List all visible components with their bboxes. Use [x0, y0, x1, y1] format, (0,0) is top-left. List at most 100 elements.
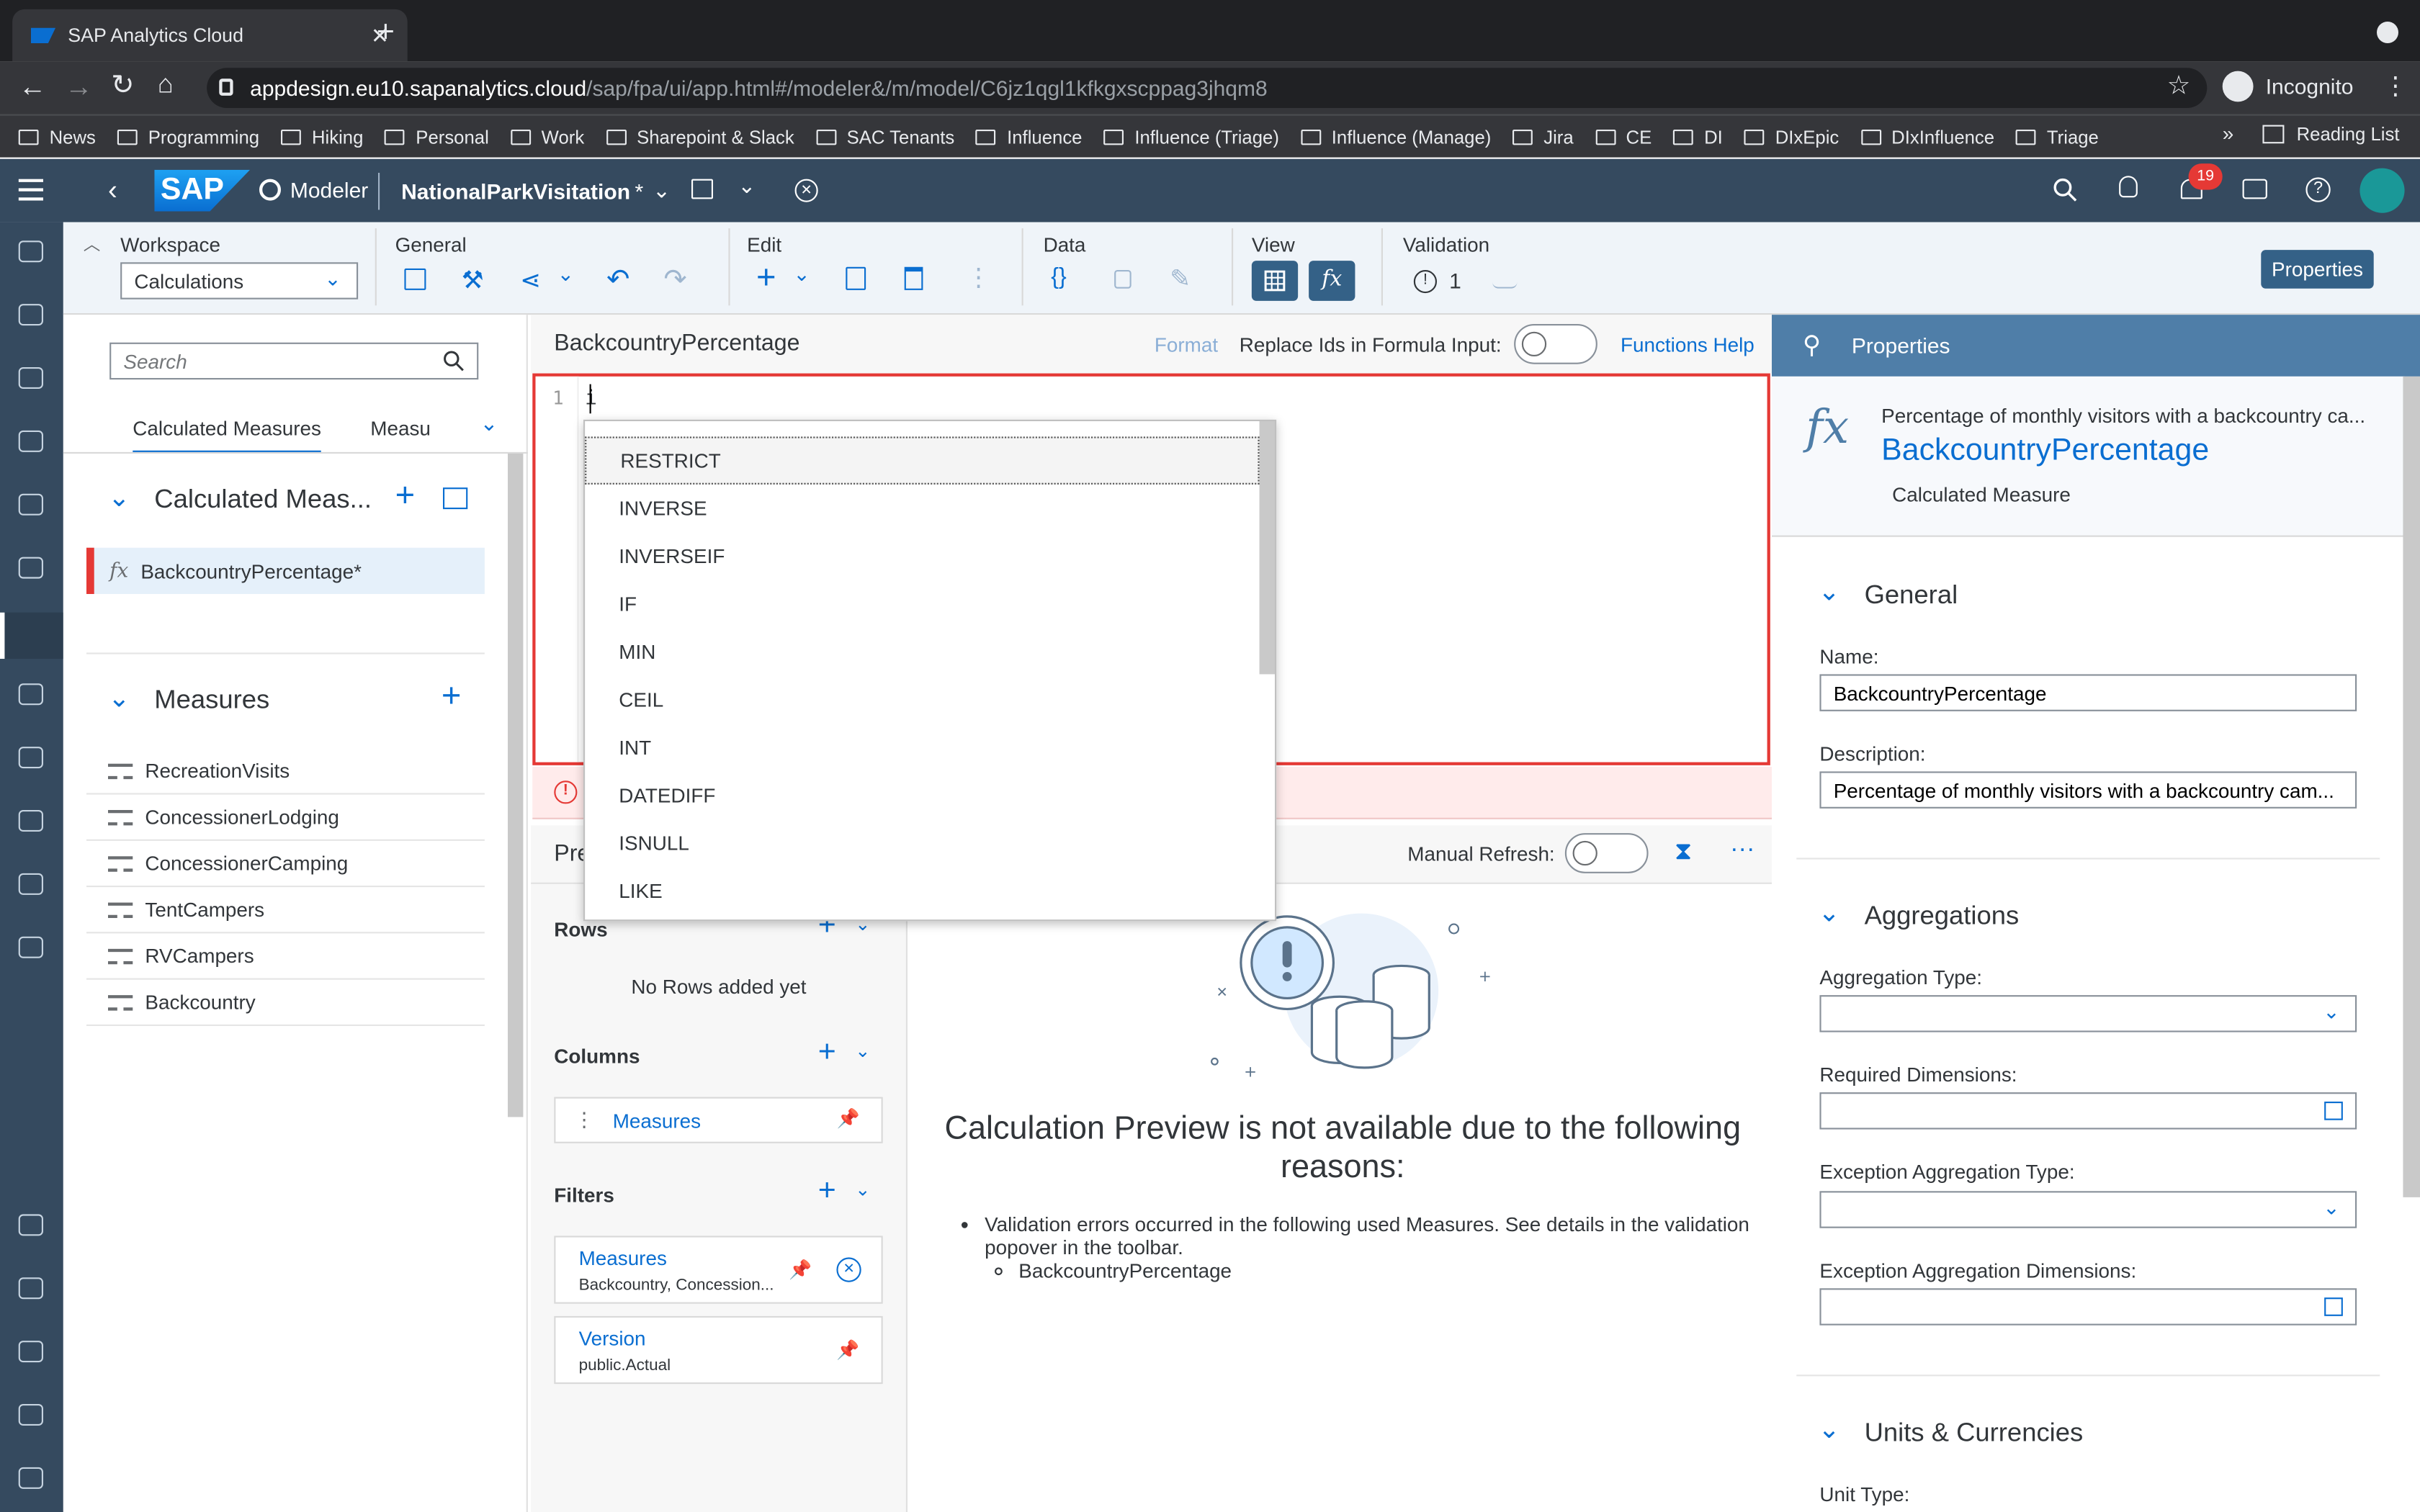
back-nav-icon[interactable]: ‹ — [108, 174, 117, 207]
save-icon[interactable] — [404, 268, 426, 290]
suggestion-item[interactable]: CEIL — [585, 676, 1259, 724]
autocomplete-scrollbar[interactable] — [1259, 421, 1275, 675]
bookmark-item[interactable]: Sharepoint & Slack — [606, 126, 794, 148]
collapse-toolbar-icon[interactable]: ︿ — [84, 231, 101, 256]
data-integration-icon[interactable] — [18, 747, 43, 769]
hamburger-icon[interactable] — [18, 179, 43, 201]
calc-table-icon[interactable] — [443, 487, 468, 510]
profile-incognito[interactable]: Incognito — [2222, 71, 2353, 102]
measure-item[interactable]: ConcessionerCamping — [86, 841, 485, 888]
stories-icon[interactable] — [18, 366, 43, 389]
add-columns-icon[interactable]: + — [818, 1037, 836, 1068]
bookmark-item[interactable]: News — [18, 126, 96, 148]
lock-icon[interactable] — [1114, 270, 1131, 289]
data-icon[interactable] — [18, 557, 43, 579]
cube-icon[interactable] — [2324, 1102, 2343, 1120]
bookmark-item[interactable]: CE — [1595, 126, 1652, 148]
connections-icon[interactable] — [18, 810, 43, 832]
learning-icon[interactable] — [18, 1214, 43, 1236]
suggestion-item[interactable]: IF — [585, 580, 1259, 628]
planning-icon[interactable] — [18, 683, 43, 706]
exception-aggregation-dimensions-field[interactable] — [1819, 1288, 2357, 1326]
bookmark-item[interactable]: Triage — [2016, 126, 2099, 148]
properties-scrollbar[interactable] — [2403, 376, 2420, 1197]
add-calc-icon[interactable]: + — [395, 477, 416, 512]
tab-search-icon[interactable] — [2377, 22, 2398, 43]
browser-menu-icon[interactable]: ⋮ — [2383, 71, 2408, 102]
add-measure-icon[interactable]: + — [442, 678, 462, 713]
redo-icon[interactable]: ↷ — [663, 264, 691, 294]
lightbulb-icon[interactable] — [2119, 176, 2138, 198]
bookmark-item[interactable]: Jira — [1512, 126, 1574, 148]
remove-filter-icon[interactable]: ✕ — [836, 1257, 861, 1282]
new-tab-icon[interactable]: + — [377, 17, 395, 48]
more-options-icon[interactable]: ··· — [1730, 836, 1754, 864]
filter-measures-tile[interactable]: Measures Backcountry, Concession... 📌 ✕ — [554, 1236, 883, 1304]
suggestion-item[interactable]: INVERSEIF — [585, 532, 1259, 580]
braces-icon[interactable]: {} — [1051, 264, 1079, 292]
cube-icon[interactable] — [2324, 1297, 2343, 1316]
chat-icon[interactable] — [2242, 179, 2267, 199]
bookmark-item[interactable]: Personal — [385, 126, 489, 148]
pin-icon[interactable]: 📌 — [837, 1108, 860, 1130]
description-field[interactable]: Percentage of monthly visitors with a ba… — [1819, 771, 2357, 809]
reading-list[interactable]: Reading List — [2262, 123, 2400, 145]
bookmark-item[interactable]: DIxInfluence — [1860, 126, 1994, 148]
replace-ids-toggle[interactable] — [1514, 324, 1597, 364]
pin-icon[interactable]: 📌 — [836, 1339, 859, 1361]
home-icon[interactable] — [18, 240, 43, 263]
measure-item[interactable]: Backcountry — [86, 980, 485, 1026]
collapse-general-icon[interactable]: ⌄ — [1818, 577, 1840, 608]
columns-chevron-icon[interactable]: ⌄ — [855, 1040, 871, 1061]
calc-item-selected[interactable]: fx BackcountryPercentage* — [86, 547, 485, 594]
system-icon[interactable] — [18, 1341, 43, 1363]
copy-icon[interactable] — [846, 266, 866, 290]
tabs-overflow-chevron-icon[interactable]: ⌄ — [480, 410, 498, 436]
bookmark-item[interactable]: SAC Tenants — [815, 126, 954, 148]
calendar-icon[interactable] — [18, 936, 43, 958]
help-icon[interactable]: ? — [2305, 177, 2331, 202]
suggestion-item[interactable]: LIKE — [585, 867, 1259, 914]
search-input[interactable]: Search — [109, 342, 479, 380]
format-button[interactable]: Format — [1155, 333, 1218, 356]
more-vertical-icon[interactable]: ⋮ — [966, 262, 994, 292]
add-icon[interactable]: + — [756, 260, 784, 294]
measure-item[interactable]: RVCampers — [86, 933, 485, 980]
columns-measures-tile[interactable]: ⋮ Measures 📌 — [554, 1097, 883, 1143]
properties-button[interactable]: Properties — [2261, 250, 2374, 289]
name-field[interactable]: BackcountryPercentage — [1819, 674, 2357, 711]
tab-measures[interactable]: Measu — [370, 417, 431, 440]
aggregation-type-select[interactable]: ⌄ — [1819, 995, 2357, 1032]
collapse-units-icon[interactable]: ⌄ — [1818, 1415, 1840, 1446]
refresh-icon[interactable]: ⧗ — [1675, 840, 1692, 868]
share-icon[interactable]: ⋖ — [520, 266, 548, 294]
suggestion-item[interactable]: RESTRICT — [585, 436, 1260, 485]
search-icon[interactable] — [2053, 177, 2077, 202]
info-icon[interactable] — [18, 1467, 43, 1489]
security-icon[interactable] — [18, 1277, 43, 1300]
expand-chevron-icon[interactable]: ⌄ — [738, 173, 756, 199]
wrench-icon[interactable]: ⚒ — [462, 266, 490, 294]
address-bar[interactable]: appdesign.eu10.sapanalytics.cloud/sap/fp… — [207, 68, 2208, 108]
analytic-app-icon[interactable] — [18, 430, 43, 452]
binoculars-icon[interactable] — [18, 873, 43, 895]
pin-icon[interactable]: 📌 — [789, 1259, 812, 1281]
pen-icon[interactable]: ✎ — [1170, 264, 1198, 293]
back-icon[interactable]: ← — [19, 71, 47, 104]
bookmark-star-icon[interactable]: ☆ — [2167, 71, 2191, 102]
filter-version-tile[interactable]: Version public.Actual 📌 — [554, 1315, 883, 1385]
left-panel-scrollbar[interactable] — [508, 454, 524, 1117]
filters-chevron-icon[interactable]: ⌄ — [855, 1179, 871, 1200]
user-avatar[interactable] — [2360, 168, 2405, 213]
undo-icon[interactable]: ↶ — [606, 264, 635, 294]
required-dimensions-field[interactable] — [1819, 1092, 2357, 1130]
measure-item[interactable]: RecreationVisits — [86, 748, 485, 795]
home-icon[interactable]: ⌂ — [158, 69, 174, 100]
suggestion-item[interactable]: MIN — [585, 628, 1259, 675]
suggestion-item[interactable]: INT — [585, 724, 1259, 771]
suggestion-item[interactable]: INVERSE — [585, 485, 1259, 532]
delete-icon[interactable] — [904, 266, 923, 290]
share-chevron-icon[interactable]: ⌄ — [557, 262, 586, 290]
collapse-aggregations-icon[interactable]: ⌄ — [1818, 898, 1840, 929]
insights-icon[interactable] — [18, 493, 43, 516]
